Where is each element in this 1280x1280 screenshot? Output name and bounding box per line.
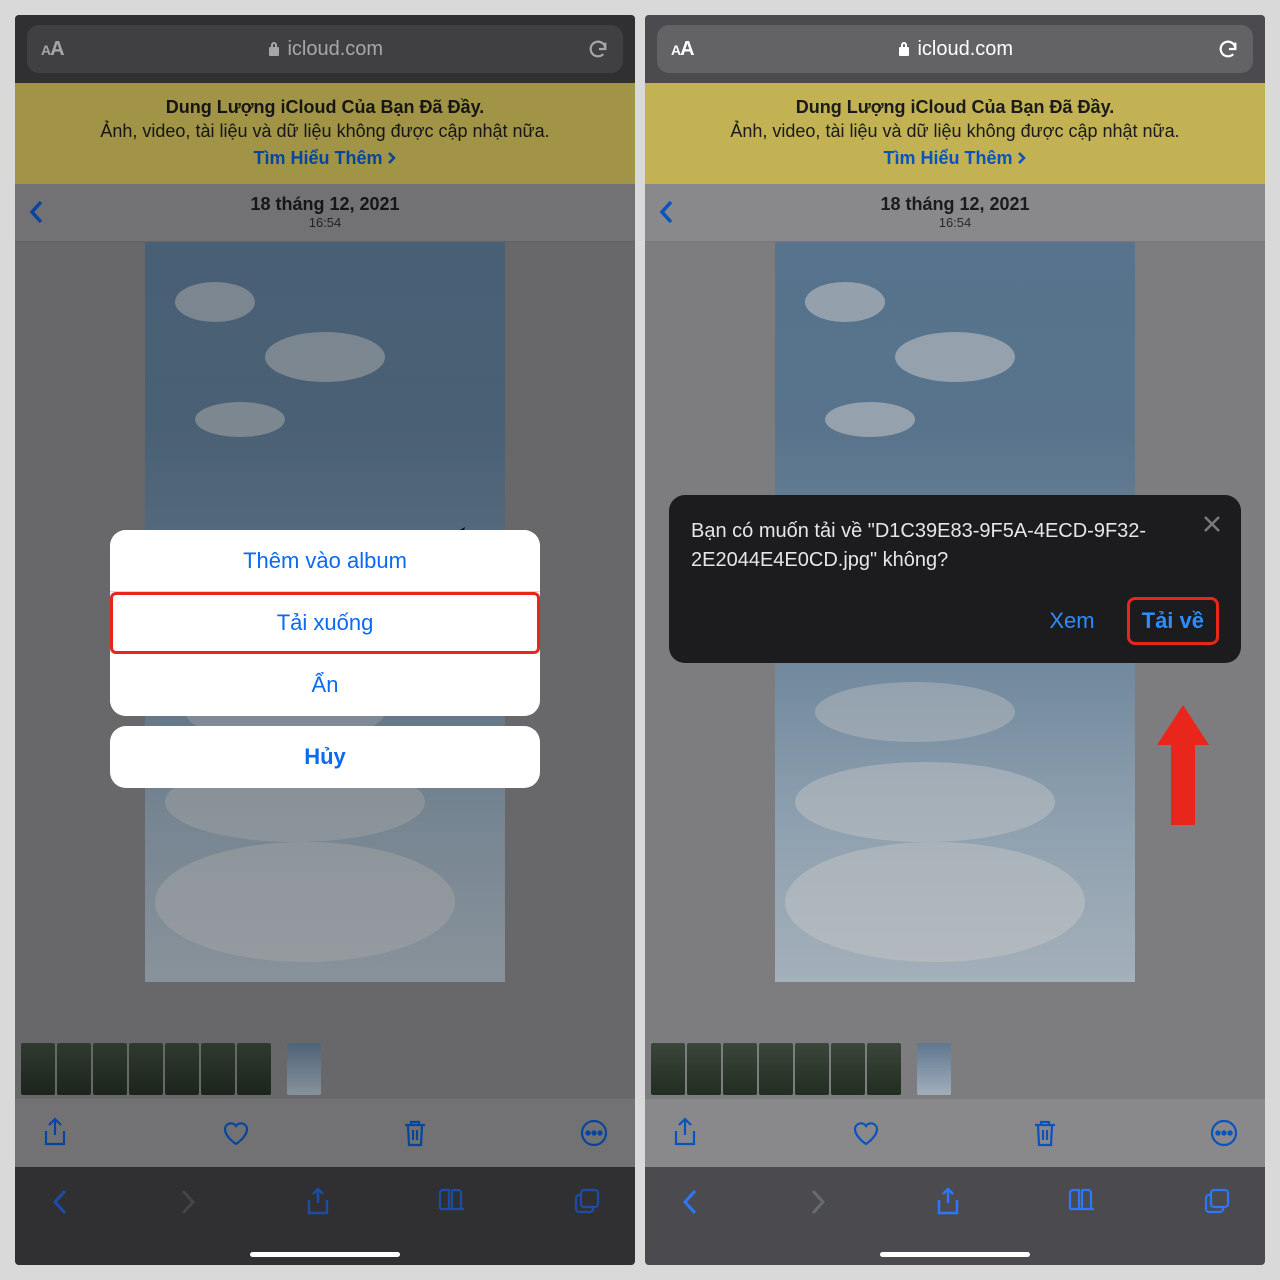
thumbnail-strip[interactable] xyxy=(15,1039,635,1099)
lock-icon xyxy=(267,40,281,58)
thumb[interactable] xyxy=(129,1043,163,1095)
sheet-hide[interactable]: Ẩn xyxy=(110,654,540,716)
thumb[interactable] xyxy=(93,1043,127,1095)
heart-icon[interactable] xyxy=(850,1118,882,1148)
thumb[interactable] xyxy=(687,1043,721,1095)
thumb[interactable] xyxy=(201,1043,235,1095)
nav-back-icon[interactable] xyxy=(49,1187,71,1217)
address-field[interactable]: AA icloud.com xyxy=(657,25,1253,73)
back-button[interactable] xyxy=(27,198,45,226)
text-size-button[interactable]: AA xyxy=(41,38,64,61)
nav-back-icon[interactable] xyxy=(679,1187,701,1217)
download-message: Bạn có muốn tải về "D1C39E83-9F5A-4ECD-9… xyxy=(691,517,1219,575)
safari-bottom-nav xyxy=(15,1167,635,1265)
more-icon[interactable] xyxy=(1209,1118,1239,1148)
thumb[interactable] xyxy=(867,1043,901,1095)
browser-address-bar: AA icloud.com xyxy=(645,15,1265,83)
thumb[interactable] xyxy=(759,1043,793,1095)
tabs-icon[interactable] xyxy=(573,1187,601,1215)
storage-full-banner: Dung Lượng iCloud Của Bạn Đã Đầy. Ảnh, v… xyxy=(15,83,635,184)
nav-forward-icon xyxy=(177,1187,199,1217)
thumb[interactable] xyxy=(237,1043,271,1095)
thumb[interactable] xyxy=(21,1043,55,1095)
sheet-add-to-album[interactable]: Thêm vào album xyxy=(110,530,540,592)
back-button[interactable] xyxy=(657,198,675,226)
photo-header: 18 tháng 12, 2021 16:54 xyxy=(15,184,635,242)
thumb[interactable] xyxy=(723,1043,757,1095)
annotation-arrow-icon xyxy=(1157,705,1209,825)
thumb[interactable] xyxy=(795,1043,829,1095)
banner-subtitle: Ảnh, video, tài liệu và dữ liệu không đư… xyxy=(35,119,615,143)
text-size-button[interactable]: AA xyxy=(671,38,694,61)
photo-date: 18 tháng 12, 2021 xyxy=(15,194,635,215)
bookmarks-icon[interactable] xyxy=(1067,1187,1097,1213)
trash-icon[interactable] xyxy=(1032,1118,1058,1148)
trash-icon[interactable] xyxy=(402,1118,428,1148)
share-icon[interactable] xyxy=(671,1117,699,1149)
phone-left: AA icloud.com Dung Lượng iCloud Của Bạn … xyxy=(15,15,635,1265)
thumb[interactable] xyxy=(651,1043,685,1095)
browser-address-bar: AA icloud.com xyxy=(15,15,635,83)
home-indicator xyxy=(250,1252,400,1257)
photo-header: 18 tháng 12, 2021 16:54 xyxy=(645,184,1265,242)
banner-learn-more-link[interactable]: Tìm Hiểu Thêm xyxy=(883,146,1026,170)
photo-action-bar xyxy=(15,1099,635,1167)
bookmarks-icon[interactable] xyxy=(437,1187,467,1213)
view-button[interactable]: Xem xyxy=(1037,600,1106,642)
banner-title: Dung Lượng iCloud Của Bạn Đã Đầy. xyxy=(35,95,615,119)
download-button[interactable]: Tải về xyxy=(1127,597,1219,645)
reload-icon[interactable] xyxy=(1217,38,1239,60)
nav-forward-icon xyxy=(807,1187,829,1217)
thumb[interactable] xyxy=(831,1043,865,1095)
sheet-cancel[interactable]: Hủy xyxy=(110,726,540,788)
storage-full-banner: Dung Lượng iCloud Của Bạn Đã Đầy. Ảnh, v… xyxy=(645,83,1265,184)
action-sheet: Thêm vào album Tải xuống Ẩn Hủy xyxy=(110,530,540,788)
nav-share-icon[interactable] xyxy=(305,1187,331,1217)
safari-bottom-nav xyxy=(645,1167,1265,1265)
photo-time: 16:54 xyxy=(15,215,635,230)
lock-icon xyxy=(897,40,911,58)
banner-subtitle: Ảnh, video, tài liệu và dữ liệu không đư… xyxy=(665,119,1245,143)
thumb[interactable] xyxy=(57,1043,91,1095)
thumb[interactable] xyxy=(165,1043,199,1095)
banner-learn-more-link[interactable]: Tìm Hiểu Thêm xyxy=(253,146,396,170)
download-prompt: Bạn có muốn tải về "D1C39E83-9F5A-4ECD-9… xyxy=(669,495,1241,663)
thumb-selected[interactable] xyxy=(917,1043,951,1095)
share-icon[interactable] xyxy=(41,1117,69,1149)
photo-action-bar xyxy=(645,1099,1265,1167)
sheet-download[interactable]: Tải xuống xyxy=(110,592,540,654)
tabs-icon[interactable] xyxy=(1203,1187,1231,1215)
more-icon[interactable] xyxy=(579,1118,609,1148)
banner-title: Dung Lượng iCloud Của Bạn Đã Đầy. xyxy=(665,95,1245,119)
photo-date: 18 tháng 12, 2021 xyxy=(645,194,1265,215)
thumb-selected[interactable] xyxy=(287,1043,321,1095)
phone-right: AA icloud.com Dung Lượng iCloud Của Bạn … xyxy=(645,15,1265,1265)
home-indicator xyxy=(880,1252,1030,1257)
heart-icon[interactable] xyxy=(220,1118,252,1148)
photo-time: 16:54 xyxy=(645,215,1265,230)
close-icon[interactable] xyxy=(1201,513,1223,535)
domain-text: icloud.com xyxy=(287,38,383,61)
address-field[interactable]: AA icloud.com xyxy=(27,25,623,73)
domain-text: icloud.com xyxy=(917,38,1013,61)
thumbnail-strip[interactable] xyxy=(645,1039,1265,1099)
nav-share-icon[interactable] xyxy=(935,1187,961,1217)
reload-icon[interactable] xyxy=(587,38,609,60)
